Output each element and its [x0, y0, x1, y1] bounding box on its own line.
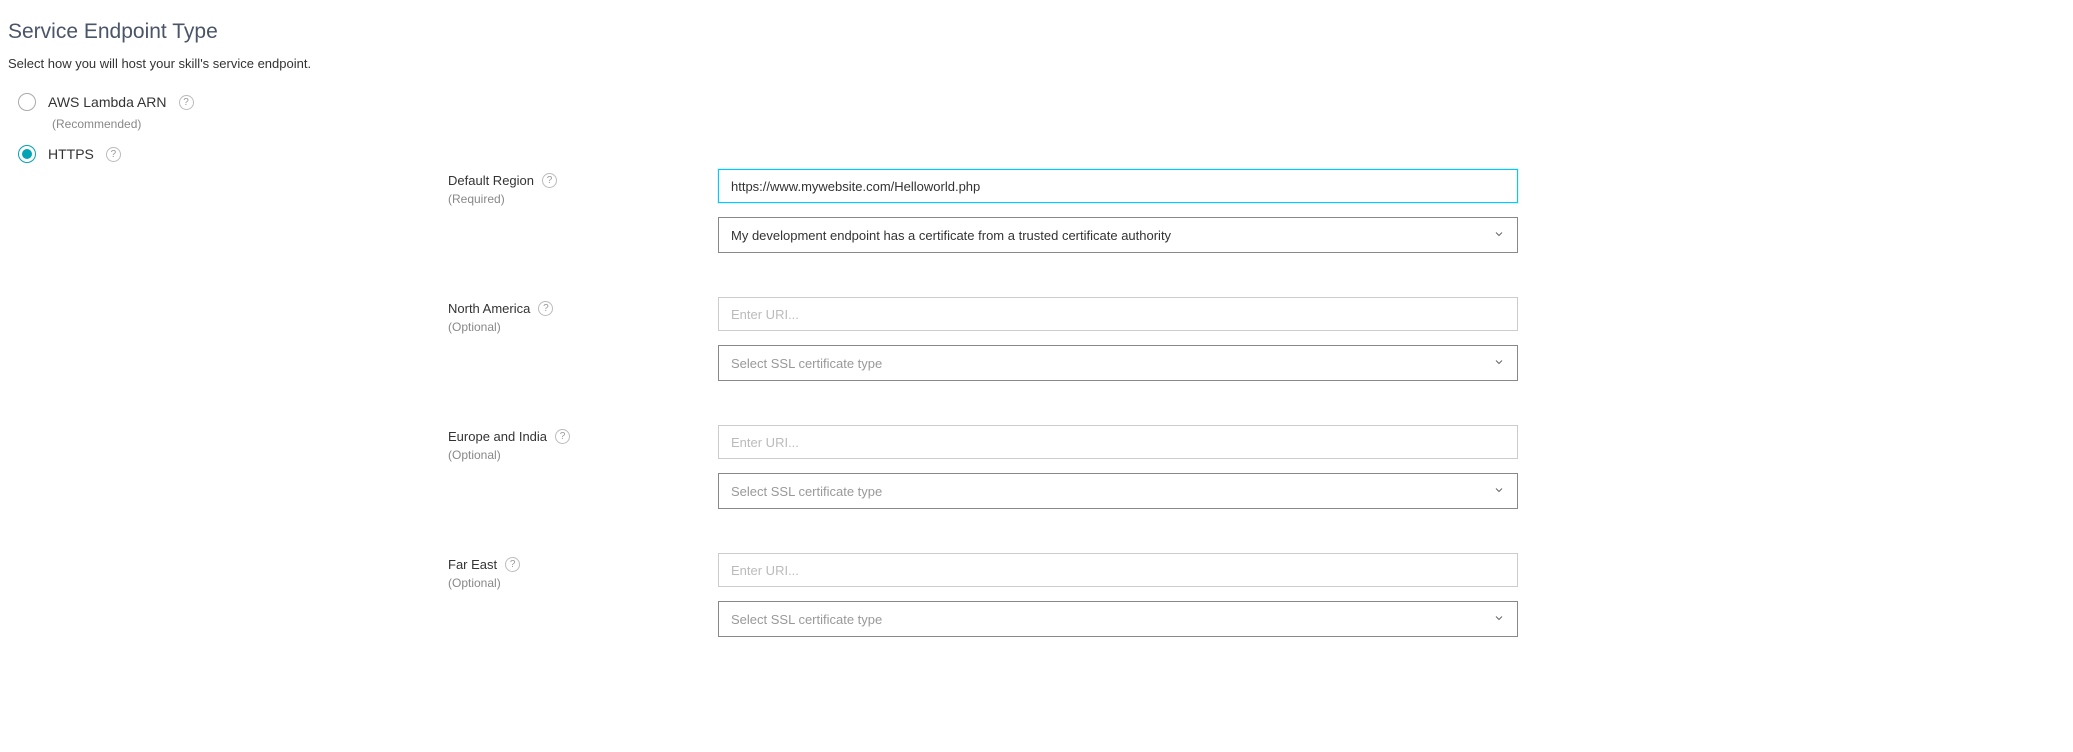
select-text: Select SSL certificate type	[731, 356, 882, 371]
radio-icon	[18, 145, 36, 163]
help-icon[interactable]: ?	[538, 301, 553, 316]
help-icon[interactable]: ?	[542, 173, 557, 188]
default-region-uri-input[interactable]	[718, 169, 1518, 203]
far-east-ssl-select[interactable]: Select SSL certificate type	[718, 601, 1518, 637]
select-text: Select SSL certificate type	[731, 612, 882, 627]
europe-india-ssl-select[interactable]: Select SSL certificate type	[718, 473, 1518, 509]
select-text: Select SSL certificate type	[731, 484, 882, 499]
help-icon[interactable]: ?	[106, 147, 121, 162]
region-default-label: Default Region	[448, 173, 534, 188]
region-europe-india-required: (Optional)	[448, 448, 718, 462]
help-icon[interactable]: ?	[505, 557, 520, 572]
page-subtitle: Select how you will host your skill's se…	[8, 56, 2065, 71]
radio-https[interactable]: HTTPS ?	[8, 145, 2065, 163]
chevron-down-icon	[1493, 356, 1505, 371]
radio-label: AWS Lambda ARN	[48, 94, 167, 110]
help-icon[interactable]: ?	[555, 429, 570, 444]
region-default-required: (Required)	[448, 192, 718, 206]
radio-icon	[18, 93, 36, 111]
europe-india-uri-input[interactable]	[718, 425, 1518, 459]
radio-aws-lambda-sublabel: (Recommended)	[8, 117, 2065, 131]
select-text: My development endpoint has a certificat…	[731, 228, 1171, 243]
region-far-east-required: (Optional)	[448, 576, 718, 590]
chevron-down-icon	[1493, 612, 1505, 627]
region-north-america-label: North America	[448, 301, 530, 316]
region-far-east-label: Far East	[448, 557, 497, 572]
default-region-ssl-select[interactable]: My development endpoint has a certificat…	[718, 217, 1518, 253]
page-title: Service Endpoint Type	[8, 20, 2065, 44]
radio-aws-lambda[interactable]: AWS Lambda ARN ?	[8, 93, 2065, 111]
north-america-ssl-select[interactable]: Select SSL certificate type	[718, 345, 1518, 381]
radio-label: HTTPS	[48, 146, 94, 162]
far-east-uri-input[interactable]	[718, 553, 1518, 587]
chevron-down-icon	[1493, 484, 1505, 499]
help-icon[interactable]: ?	[179, 95, 194, 110]
north-america-uri-input[interactable]	[718, 297, 1518, 331]
chevron-down-icon	[1493, 228, 1505, 243]
region-north-america-required: (Optional)	[448, 320, 718, 334]
region-europe-india-label: Europe and India	[448, 429, 547, 444]
